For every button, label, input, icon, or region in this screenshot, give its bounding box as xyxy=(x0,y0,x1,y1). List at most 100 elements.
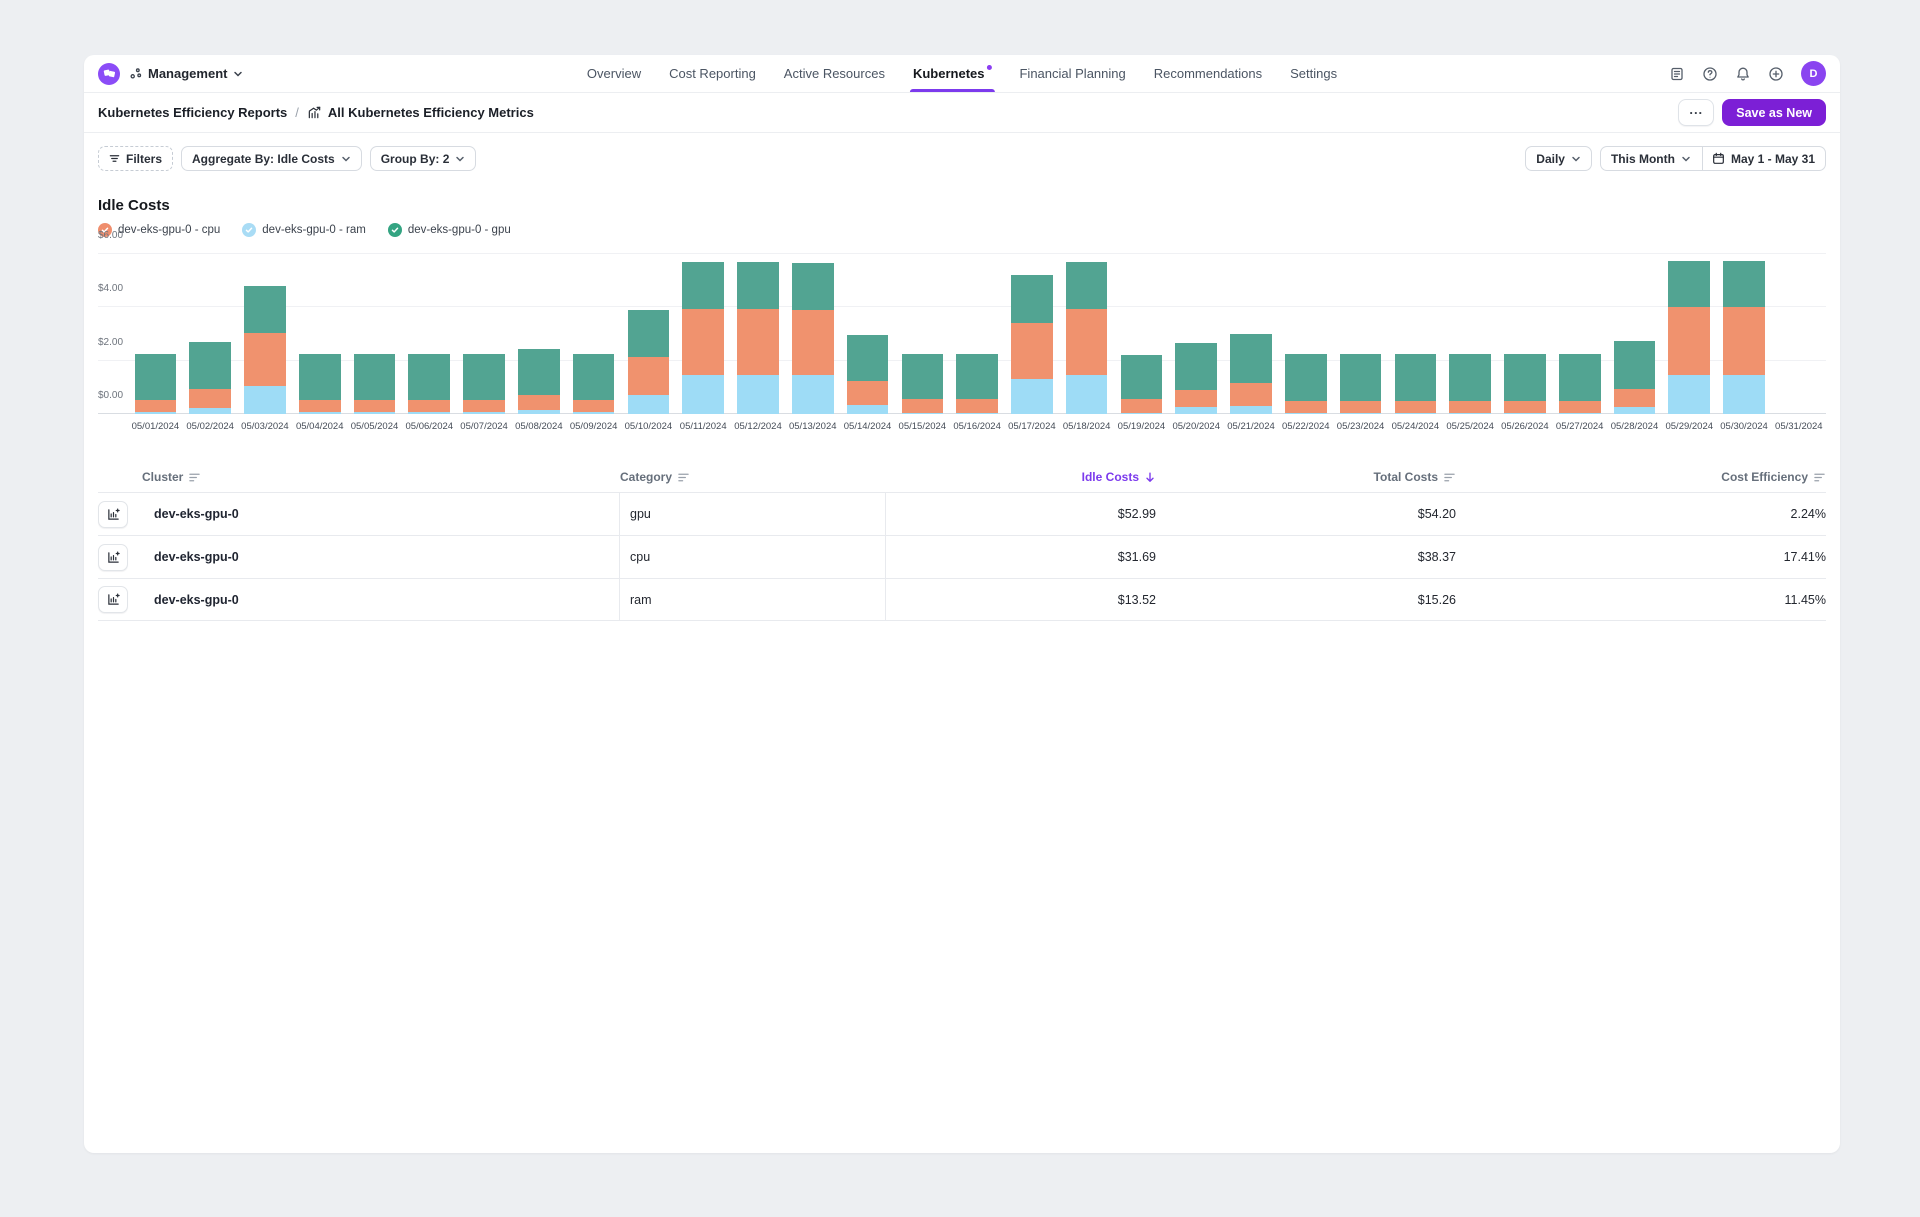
stacked-bar[interactable] xyxy=(1340,354,1382,414)
stacked-bar[interactable] xyxy=(1559,354,1601,414)
stacked-bar[interactable] xyxy=(299,354,341,414)
nav-item-active-resources[interactable]: Active Resources xyxy=(784,55,885,92)
add-icon[interactable] xyxy=(1768,66,1784,82)
breadcrumb-separator: / xyxy=(295,105,299,120)
stacked-bar[interactable] xyxy=(1723,261,1765,414)
stacked-bar[interactable] xyxy=(1121,355,1163,414)
category-cell: gpu xyxy=(620,493,886,535)
nav-item-cost-reporting[interactable]: Cost Reporting xyxy=(669,55,756,92)
date-range-picker[interactable]: May 1 - May 31 xyxy=(1702,147,1825,170)
legend-item[interactable]: dev-eks-gpu-0 - ram xyxy=(242,223,366,237)
range-preset-dropdown[interactable]: This Month xyxy=(1601,147,1702,170)
table-row[interactable]: dev-eks-gpu-0cpu$31.69$38.3717.41% xyxy=(98,535,1826,578)
stacked-bar[interactable] xyxy=(682,262,724,414)
y-axis-label: $6.00 xyxy=(98,230,123,241)
nav-item-kubernetes[interactable]: Kubernetes xyxy=(913,55,992,92)
bar-segment xyxy=(1504,354,1546,401)
stacked-bar[interactable] xyxy=(1175,343,1217,414)
bar-slot xyxy=(402,254,457,414)
interval-dropdown[interactable]: Daily xyxy=(1525,146,1592,171)
cost-efficiency-cell: 2.24% xyxy=(1456,493,1826,535)
idle-costs-cell: $31.69 xyxy=(886,536,1156,578)
bar-segment xyxy=(354,400,396,412)
group-by-dropdown[interactable]: Group By: 2 xyxy=(370,146,477,171)
nav-item-financial-planning[interactable]: Financial Planning xyxy=(1019,55,1125,92)
stacked-bar[interactable] xyxy=(1011,275,1053,414)
aggregate-by-dropdown[interactable]: Aggregate By: Idle Costs xyxy=(181,146,362,171)
column-header-idle-costs[interactable]: Idle Costs xyxy=(886,470,1156,484)
date-range-label: May 1 - May 31 xyxy=(1731,152,1815,166)
bar-segment xyxy=(902,399,944,412)
interval-label: Daily xyxy=(1536,152,1565,166)
x-axis-label: 05/20/2024 xyxy=(1169,421,1224,432)
column-header-label: Total Costs xyxy=(1374,470,1438,484)
notifications-icon[interactable] xyxy=(1735,66,1751,82)
stacked-bar[interactable] xyxy=(1614,341,1656,414)
stacked-bar[interactable] xyxy=(189,342,231,414)
stacked-bar[interactable] xyxy=(1230,334,1272,414)
nav-item-settings[interactable]: Settings xyxy=(1290,55,1337,92)
table-row[interactable]: dev-eks-gpu-0ram$13.52$15.2611.45% xyxy=(98,578,1826,621)
column-header-total-costs[interactable]: Total Costs xyxy=(1156,470,1456,484)
bar-segment xyxy=(1614,341,1656,389)
stacked-bar[interactable] xyxy=(792,263,834,414)
x-axis-label: 05/24/2024 xyxy=(1388,421,1443,432)
bar-segment xyxy=(1723,261,1765,308)
stacked-bar[interactable] xyxy=(463,354,505,414)
stacked-bar[interactable] xyxy=(518,349,560,414)
stacked-bar[interactable] xyxy=(1066,262,1108,414)
bar-slot xyxy=(1388,254,1443,414)
column-header-category[interactable]: Category xyxy=(620,470,886,484)
nav-item-label: Settings xyxy=(1290,66,1337,81)
open-chart-button[interactable] xyxy=(98,544,128,571)
app-logo-icon[interactable] xyxy=(98,63,120,85)
stacked-bar[interactable] xyxy=(573,354,615,414)
help-icon[interactable] xyxy=(1702,66,1718,82)
bar-segment xyxy=(792,310,834,375)
stacked-bar[interactable] xyxy=(1668,261,1710,414)
bar-segment xyxy=(1559,413,1601,414)
stacked-bar[interactable] xyxy=(956,354,998,414)
user-avatar[interactable]: D xyxy=(1801,61,1826,86)
stacked-bar[interactable] xyxy=(135,354,177,414)
idle-costs-cell: $13.52 xyxy=(886,579,1156,620)
filters-button[interactable]: Filters xyxy=(98,146,173,171)
stacked-bar[interactable] xyxy=(1504,354,1546,414)
legend-item[interactable]: dev-eks-gpu-0 - gpu xyxy=(388,223,511,237)
more-options-button[interactable]: ... xyxy=(1678,99,1714,126)
workspace-selector[interactable]: Management xyxy=(129,66,243,81)
sort-icon xyxy=(1813,472,1826,483)
open-chart-button[interactable] xyxy=(98,501,128,528)
stacked-bar[interactable] xyxy=(628,310,670,414)
top-navigation: Management Overview Cost Reporting Active … xyxy=(84,55,1840,93)
primary-nav: Overview Cost Reporting Active Resources Ku… xyxy=(587,55,1337,92)
stacked-bar[interactable] xyxy=(902,354,944,414)
stacked-bar[interactable] xyxy=(244,286,286,414)
stacked-bar[interactable] xyxy=(408,354,450,414)
stacked-bar[interactable] xyxy=(737,262,779,414)
page-title: All Kubernetes Efficiency Metrics xyxy=(328,105,534,120)
bar-segment xyxy=(682,309,724,376)
bar-segment xyxy=(1614,407,1656,414)
save-as-new-button[interactable]: Save as New xyxy=(1722,99,1826,126)
stacked-bar[interactable] xyxy=(1395,354,1437,414)
open-chart-button[interactable] xyxy=(98,586,128,613)
brand: Management xyxy=(98,63,243,85)
table-row[interactable]: dev-eks-gpu-0gpu$52.99$54.202.24% xyxy=(98,492,1826,535)
bar-segment xyxy=(1175,343,1217,390)
sort-desc-icon xyxy=(1144,471,1156,483)
stacked-bar[interactable] xyxy=(847,335,889,414)
nav-item-overview[interactable]: Overview xyxy=(587,55,641,92)
bar-segment xyxy=(792,263,834,310)
changelog-icon[interactable] xyxy=(1669,66,1685,82)
nav-item-recommendations[interactable]: Recommendations xyxy=(1154,55,1262,92)
stacked-bar[interactable] xyxy=(1285,354,1327,414)
stacked-bar[interactable] xyxy=(354,354,396,414)
column-header-cluster[interactable]: Cluster xyxy=(142,470,620,484)
breadcrumb-parent[interactable]: Kubernetes Efficiency Reports xyxy=(98,105,287,120)
bar-segment xyxy=(1285,413,1327,414)
bar-slot xyxy=(1552,254,1607,414)
stacked-bar[interactable] xyxy=(1449,354,1491,414)
bar-slot xyxy=(1443,254,1498,414)
column-header-cost-efficiency[interactable]: Cost Efficiency xyxy=(1456,470,1826,484)
